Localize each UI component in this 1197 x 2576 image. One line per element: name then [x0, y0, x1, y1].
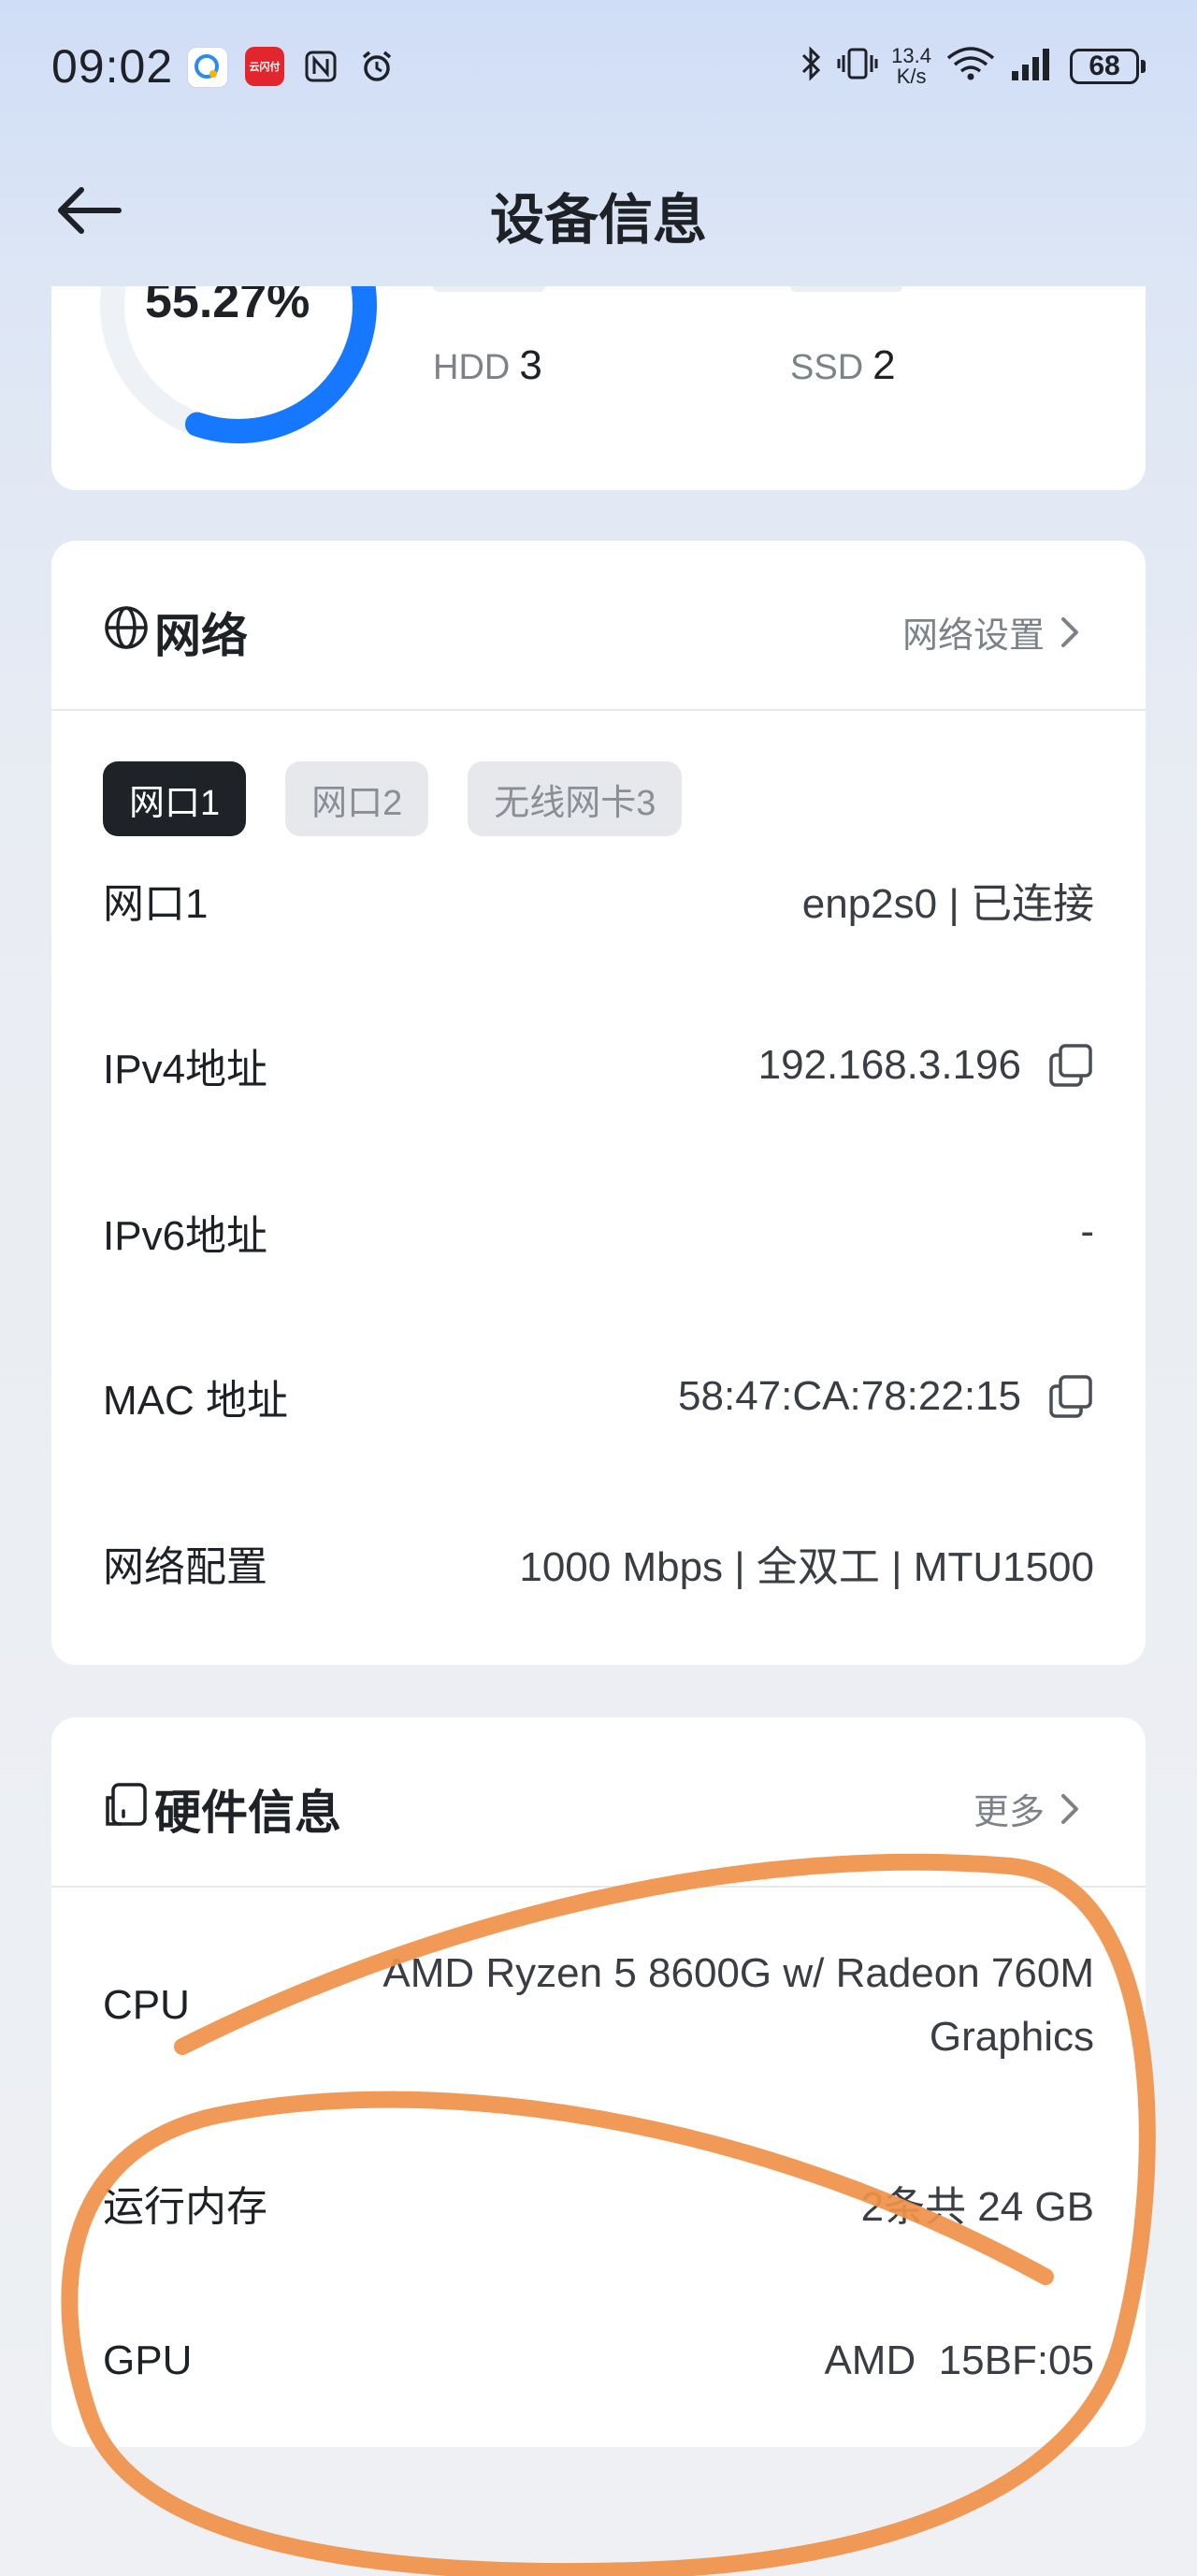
copy-icon[interactable] — [1047, 1373, 1094, 1420]
hardware-row-memory: 运行内存 2条共 24 GB — [103, 2173, 1094, 2233]
tab-interface-1[interactable]: 网口1 — [103, 761, 247, 836]
row-label: GPU — [103, 2337, 193, 2383]
tab-interface-2[interactable]: 网口2 — [285, 761, 429, 836]
storage-used-percent: 55.27% — [145, 286, 310, 328]
network-settings-link[interactable]: 网络设置 — [902, 606, 1080, 658]
globe-icon — [105, 606, 148, 649]
mac-value: 58:47:CA:78:22:15 — [678, 1373, 1021, 1419]
ipv4-value: 192.168.3.196 — [757, 1042, 1021, 1088]
row-value: AMD 15BF:05 — [824, 2337, 1094, 2384]
tab-wireless-3[interactable]: 无线网卡3 — [468, 761, 683, 836]
chevron-right-icon — [1061, 616, 1078, 647]
network-row-ipv6: IPv6地址 - — [103, 1202, 1094, 1262]
network-speed: 13.4 K/s — [891, 46, 931, 87]
network-speed-value: 13.4 — [891, 44, 931, 67]
row-label: IPv4地址 — [103, 1047, 268, 1093]
signal-icon — [1010, 45, 1057, 88]
row-label: 网口1 — [103, 881, 209, 927]
hardware-more-link[interactable]: 更多 — [973, 1783, 1080, 1834]
nfc-icon — [301, 47, 340, 86]
row-value: 58:47:CA:78:22:15 — [678, 1373, 1094, 1420]
network-row-ipv4: IPv4地址 192.168.3.196 — [103, 1035, 1094, 1095]
status-indicators: 13.4 K/s 68 — [800, 45, 1146, 88]
memory-value: 2条共 24 GB — [860, 2184, 1094, 2230]
row-value: AMD Ryzen 5 8600G w/ Radeon 760M Graphic… — [382, 1942, 1094, 2069]
network-row-mac: MAC 地址 58:47:CA:78:22:15 — [103, 1367, 1094, 1426]
ssd-info: SSD 2 — [790, 342, 896, 389]
row-value: 2条共 24 GB — [861, 2173, 1094, 2233]
hardware-card-header: 硬件信息 更多 — [51, 1717, 1146, 1888]
row-value: - — [1080, 1208, 1094, 1255]
status-app-icons: 云闪付 — [187, 47, 397, 88]
interface-status: enp2s0 | 已连接 — [801, 881, 1094, 927]
row-label: CPU — [103, 1982, 190, 2028]
ssd-label: SSD — [790, 348, 864, 387]
cpu-value-line2: Graphics — [929, 2014, 1094, 2060]
scrolled-storage-value — [433, 286, 545, 292]
nav-bar: 设备信息 — [0, 140, 1197, 281]
hardware-card-title: 硬件信息 — [154, 1787, 341, 1839]
storage-card: 55.27% HDD 3 SSD 2 — [51, 286, 1146, 490]
network-row-interface: 网口1 enp2s0 | 已连接 — [103, 870, 1094, 930]
alarm-icon — [357, 47, 397, 86]
status-bar: 09:02 云闪付 13.4 K/s 68 — [0, 0, 1197, 140]
scrolled-storage-value — [790, 286, 902, 292]
ipv6-value: - — [1080, 1208, 1094, 1254]
network-settings-label: 网络设置 — [901, 616, 1045, 656]
row-value: 192.168.3.196 — [758, 1042, 1094, 1089]
row-label: 运行内存 — [103, 2184, 267, 2230]
row-label: IPv6地址 — [103, 1213, 268, 1259]
hdd-label: HDD — [433, 348, 511, 387]
status-time: 09:02 — [51, 40, 174, 93]
row-label: 网络配置 — [103, 1544, 267, 1590]
hdd-count: 3 — [519, 342, 542, 388]
unionpay-app-label: 云闪付 — [249, 62, 281, 73]
chevron-right-icon — [1061, 1793, 1078, 1824]
battery-tip — [1141, 60, 1146, 73]
row-value: enp2s0 | 已连接 — [802, 870, 1094, 930]
row-value: 1000 Mbps | 全双工 | MTU1500 — [519, 1533, 1094, 1593]
battery-indicator: 68 — [1070, 49, 1146, 84]
hardware-more-label: 更多 — [973, 1793, 1045, 1832]
gpu-value: AMD 15BF:05 — [824, 2337, 1094, 2383]
hardware-card: 硬件信息 更多 CPU AMD Ryzen 5 8600G w/ Radeon … — [51, 1717, 1146, 2447]
hardware-row-gpu: GPU AMD 15BF:05 — [103, 2337, 1094, 2384]
device-icon — [106, 1783, 147, 1826]
network-interface-tabs: 网口1 网口2 无线网卡3 — [103, 761, 683, 836]
network-card-title: 网络 — [154, 610, 248, 662]
unionpay-app-icon: 云闪付 — [245, 47, 284, 86]
copy-icon[interactable] — [1047, 1042, 1094, 1089]
hardware-row-cpu: CPU AMD Ryzen 5 8600G w/ Radeon 760M Gra… — [103, 1942, 1094, 2069]
network-card: 网络 网络设置 网口1 网口2 无线网卡3 网口1 enp2s0 | 已连接 I… — [51, 541, 1146, 1665]
bluetooth-icon — [800, 45, 824, 88]
row-label: MAC 地址 — [103, 1378, 288, 1424]
hdd-info: HDD 3 — [433, 342, 542, 389]
battery-level: 68 — [1070, 49, 1139, 84]
network-card-header: 网络 网络设置 — [51, 541, 1146, 711]
ssd-count: 2 — [873, 342, 896, 388]
network-config-value: 1000 Mbps | 全双工 | MTU1500 — [519, 1544, 1094, 1590]
page-title: 设备信息 — [489, 190, 707, 251]
network-speed-unit: K/s — [896, 65, 927, 88]
wifi-icon — [945, 45, 997, 88]
network-row-config: 网络配置 1000 Mbps | 全双工 | MTU1500 — [103, 1533, 1094, 1593]
vibrate-icon — [837, 45, 878, 88]
cpu-value-line1: AMD Ryzen 5 8600G w/ Radeon 760M — [382, 1950, 1094, 1996]
chat-app-icon — [187, 47, 228, 88]
